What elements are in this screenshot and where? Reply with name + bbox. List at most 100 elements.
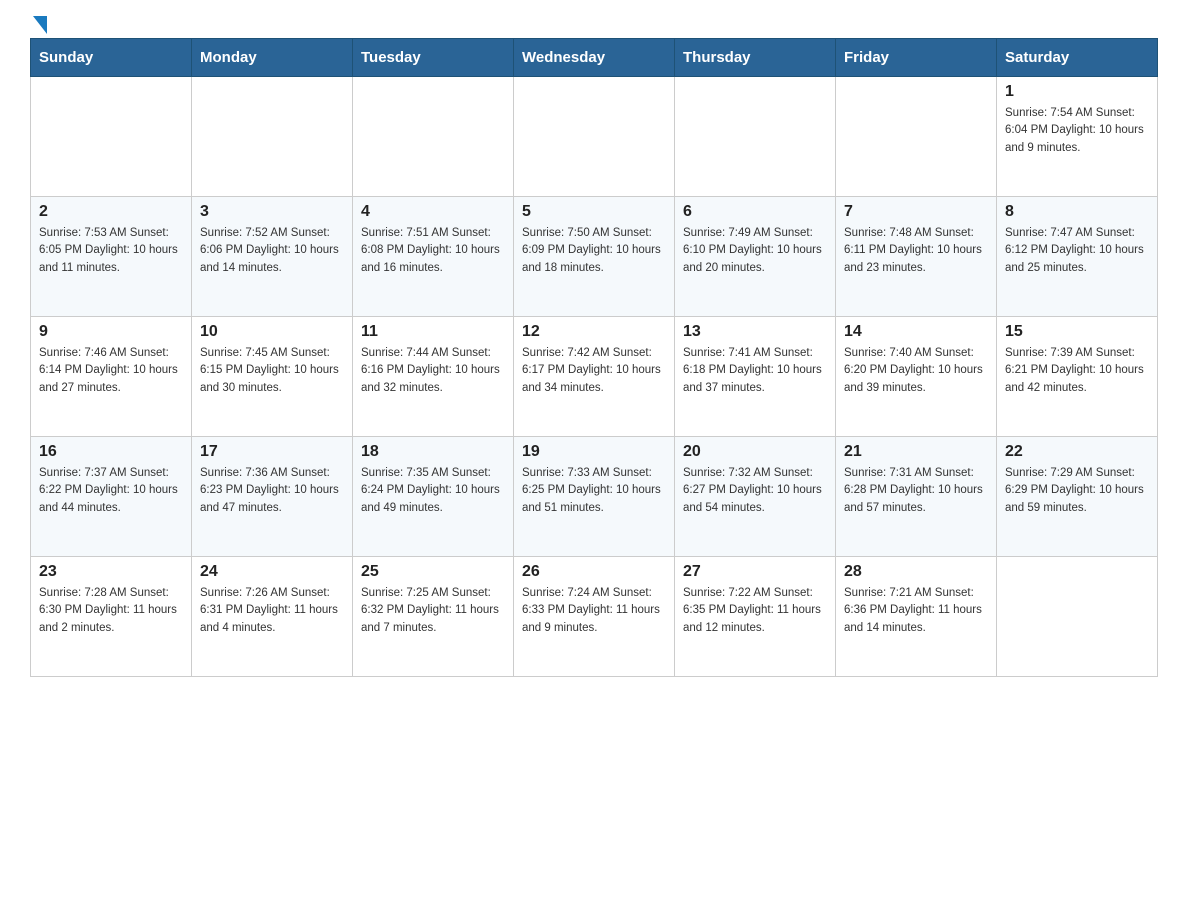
day-info: Sunrise: 7:39 AM Sunset: 6:21 PM Dayligh… [1005,345,1149,397]
day-number: 22 [1005,443,1149,461]
day-info: Sunrise: 7:52 AM Sunset: 6:06 PM Dayligh… [200,225,344,277]
calendar-cell [836,77,997,197]
day-info: Sunrise: 7:44 AM Sunset: 6:16 PM Dayligh… [361,345,505,397]
page-header [30,20,1158,28]
calendar-cell: 20 Sunrise: 7:32 AM Sunset: 6:27 PM Dayli… [675,437,836,557]
day-of-week-header: Wednesday [514,39,675,77]
calendar-cell [514,77,675,197]
calendar-cell: 14 Sunrise: 7:40 AM Sunset: 6:20 PM Dayli… [836,317,997,437]
day-info: Sunrise: 7:40 AM Sunset: 6:20 PM Dayligh… [844,345,988,397]
day-number: 25 [361,563,505,581]
calendar-cell: 11 Sunrise: 7:44 AM Sunset: 6:16 PM Dayli… [353,317,514,437]
calendar-cell [675,77,836,197]
calendar-cell [997,557,1158,677]
calendar-cell: 10Sunrise: 7:45 AM Sunset: 6:15 PM Dayli… [192,317,353,437]
day-of-week-header: Monday [192,39,353,77]
day-info: Sunrise: 7:53 AM Sunset: 6:05 PM Dayligh… [39,225,183,277]
calendar-week-row: 9 Sunrise: 7:46 AM Sunset: 6:14 PM Daylig… [31,317,1158,437]
day-info: Sunrise: 7:32 AM Sunset: 6:27 PM Dayligh… [683,465,827,517]
logo-arrow-icon [33,16,47,34]
day-info: Sunrise: 7:37 AM Sunset: 6:22 PM Dayligh… [39,465,183,517]
day-number: 6 [683,203,827,221]
calendar-cell: 23Sunrise: 7:28 AM Sunset: 6:30 PM Dayli… [31,557,192,677]
day-number: 21 [844,443,988,461]
day-info: Sunrise: 7:22 AM Sunset: 6:35 PM Dayligh… [683,585,827,637]
day-info: Sunrise: 7:35 AM Sunset: 6:24 PM Dayligh… [361,465,505,517]
day-of-week-header: Thursday [675,39,836,77]
day-info: Sunrise: 7:49 AM Sunset: 6:10 PM Dayligh… [683,225,827,277]
day-number: 8 [1005,203,1149,221]
day-number: 19 [522,443,666,461]
logo [30,20,47,28]
day-number: 11 [361,323,505,341]
day-info: Sunrise: 7:33 AM Sunset: 6:25 PM Dayligh… [522,465,666,517]
calendar-cell [353,77,514,197]
day-info: Sunrise: 7:48 AM Sunset: 6:11 PM Dayligh… [844,225,988,277]
day-of-week-header: Saturday [997,39,1158,77]
day-info: Sunrise: 7:54 AM Sunset: 6:04 PM Dayligh… [1005,105,1149,157]
day-info: Sunrise: 7:41 AM Sunset: 6:18 PM Dayligh… [683,345,827,397]
day-info: Sunrise: 7:25 AM Sunset: 6:32 PM Dayligh… [361,585,505,637]
day-number: 1 [1005,83,1149,101]
day-info: Sunrise: 7:46 AM Sunset: 6:14 PM Dayligh… [39,345,183,397]
calendar-cell: 27 Sunrise: 7:22 AM Sunset: 6:35 PM Dayli… [675,557,836,677]
day-info: Sunrise: 7:47 AM Sunset: 6:12 PM Dayligh… [1005,225,1149,277]
day-info: Sunrise: 7:36 AM Sunset: 6:23 PM Dayligh… [200,465,344,517]
calendar-cell: 8 Sunrise: 7:47 AM Sunset: 6:12 PM Daylig… [997,197,1158,317]
calendar-table: SundayMondayTuesdayWednesdayThursdayFrid… [30,38,1158,677]
calendar-week-row: 2 Sunrise: 7:53 AM Sunset: 6:05 PM Daylig… [31,197,1158,317]
day-number: 26 [522,563,666,581]
day-info: Sunrise: 7:31 AM Sunset: 6:28 PM Dayligh… [844,465,988,517]
calendar-cell: 7 Sunrise: 7:48 AM Sunset: 6:11 PM Daylig… [836,197,997,317]
calendar-cell [192,77,353,197]
logo-general [30,20,47,34]
calendar-cell: 13 Sunrise: 7:41 AM Sunset: 6:18 PM Dayli… [675,317,836,437]
calendar-cell: 22 Sunrise: 7:29 AM Sunset: 6:29 PM Dayli… [997,437,1158,557]
calendar-week-row: 1 Sunrise: 7:54 AM Sunset: 6:04 PM Daylig… [31,77,1158,197]
calendar-cell: 18 Sunrise: 7:35 AM Sunset: 6:24 PM Dayli… [353,437,514,557]
day-number: 7 [844,203,988,221]
day-number: 16 [39,443,183,461]
calendar-cell: 12 Sunrise: 7:42 AM Sunset: 6:17 PM Dayli… [514,317,675,437]
calendar-cell: 15 Sunrise: 7:39 AM Sunset: 6:21 PM Dayli… [997,317,1158,437]
day-info: Sunrise: 7:42 AM Sunset: 6:17 PM Dayligh… [522,345,666,397]
day-of-week-header: Friday [836,39,997,77]
day-number: 23 [39,563,183,581]
day-number: 20 [683,443,827,461]
day-number: 18 [361,443,505,461]
calendar-header-row: SundayMondayTuesdayWednesdayThursdayFrid… [31,39,1158,77]
day-number: 24 [200,563,344,581]
day-number: 27 [683,563,827,581]
day-number: 9 [39,323,183,341]
calendar-cell: 25 Sunrise: 7:25 AM Sunset: 6:32 PM Dayli… [353,557,514,677]
calendar-cell: 26 Sunrise: 7:24 AM Sunset: 6:33 PM Dayli… [514,557,675,677]
day-of-week-header: Tuesday [353,39,514,77]
calendar-cell [31,77,192,197]
calendar-week-row: 16 Sunrise: 7:37 AM Sunset: 6:22 PM Dayli… [31,437,1158,557]
calendar-cell: 19 Sunrise: 7:33 AM Sunset: 6:25 PM Dayli… [514,437,675,557]
calendar-cell: 16 Sunrise: 7:37 AM Sunset: 6:22 PM Dayli… [31,437,192,557]
day-info: Sunrise: 7:24 AM Sunset: 6:33 PM Dayligh… [522,585,666,637]
day-number: 5 [522,203,666,221]
calendar-cell: 24Sunrise: 7:26 AM Sunset: 6:31 PM Dayli… [192,557,353,677]
calendar-cell: 28 Sunrise: 7:21 AM Sunset: 6:36 PM Dayli… [836,557,997,677]
day-info: Sunrise: 7:50 AM Sunset: 6:09 PM Dayligh… [522,225,666,277]
day-info: Sunrise: 7:29 AM Sunset: 6:29 PM Dayligh… [1005,465,1149,517]
day-number: 13 [683,323,827,341]
day-number: 2 [39,203,183,221]
day-number: 17 [200,443,344,461]
day-number: 4 [361,203,505,221]
day-number: 15 [1005,323,1149,341]
calendar-cell: 1 Sunrise: 7:54 AM Sunset: 6:04 PM Daylig… [997,77,1158,197]
calendar-cell: 21 Sunrise: 7:31 AM Sunset: 6:28 PM Dayli… [836,437,997,557]
day-info: Sunrise: 7:21 AM Sunset: 6:36 PM Dayligh… [844,585,988,637]
day-info: Sunrise: 7:45 AM Sunset: 6:15 PM Dayligh… [200,345,344,397]
day-number: 28 [844,563,988,581]
calendar-cell: 6 Sunrise: 7:49 AM Sunset: 6:10 PM Daylig… [675,197,836,317]
day-number: 3 [200,203,344,221]
day-number: 12 [522,323,666,341]
calendar-cell: 9 Sunrise: 7:46 AM Sunset: 6:14 PM Daylig… [31,317,192,437]
day-number: 14 [844,323,988,341]
day-info: Sunrise: 7:51 AM Sunset: 6:08 PM Dayligh… [361,225,505,277]
calendar-cell: 5 Sunrise: 7:50 AM Sunset: 6:09 PM Daylig… [514,197,675,317]
